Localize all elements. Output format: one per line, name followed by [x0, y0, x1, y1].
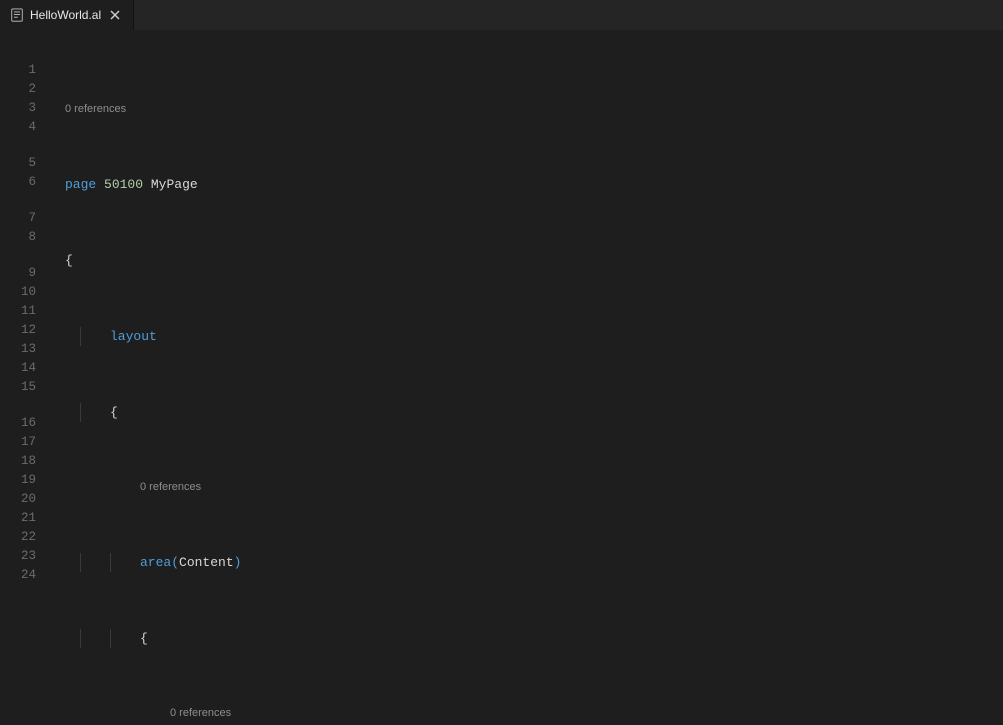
keyword: area [140, 553, 171, 572]
close-icon[interactable] [107, 7, 123, 23]
line-number: 8 [0, 228, 50, 247]
code-line[interactable]: { [50, 251, 1003, 270]
line-number: 11 [0, 302, 50, 321]
code-line[interactable]: { [50, 629, 1003, 648]
code-line[interactable]: { [50, 403, 1003, 422]
line-number: 4 [0, 118, 50, 137]
identifier: MyPage [151, 175, 198, 194]
line-number: 1 [0, 61, 50, 80]
paren: ) [234, 553, 242, 572]
keyword: layout [110, 327, 157, 346]
brace: { [110, 403, 118, 422]
line-number-gutter: 1 2 3 4 5 6 7 8 9 10 11 12 13 14 15 16 1… [0, 30, 50, 725]
line-number: 24 [0, 566, 50, 585]
file-icon [10, 8, 24, 22]
line-number: 6 [0, 173, 50, 192]
code-line[interactable]: page 50100 MyPage [50, 175, 1003, 194]
line-number: 10 [0, 283, 50, 302]
line-number: 7 [0, 209, 50, 228]
line-number: 2 [0, 80, 50, 99]
line-number: 17 [0, 433, 50, 452]
keyword: page [65, 175, 96, 194]
line-number: 3 [0, 99, 50, 118]
line-number: 9 [0, 264, 50, 283]
tab-bar: HelloWorld.al [0, 0, 1003, 30]
line-number: 13 [0, 340, 50, 359]
line-number: 16 [0, 414, 50, 433]
line-number: 20 [0, 490, 50, 509]
paren: ( [171, 553, 179, 572]
tab-helloworld[interactable]: HelloWorld.al [0, 0, 134, 30]
code-editor[interactable]: 1 2 3 4 5 6 7 8 9 10 11 12 13 14 15 16 1… [0, 30, 1003, 725]
codelens-references[interactable]: 0 references [50, 479, 1003, 496]
line-number: 12 [0, 321, 50, 340]
identifier: Content [179, 553, 234, 572]
line-number: 23 [0, 547, 50, 566]
line-number: 5 [0, 154, 50, 173]
line-number: 22 [0, 528, 50, 547]
line-number: 15 [0, 378, 50, 397]
brace: { [65, 251, 73, 270]
code-line[interactable]: area(Content) [50, 553, 1003, 572]
number: 50100 [104, 175, 143, 194]
line-number: 19 [0, 471, 50, 490]
code-body[interactable]: 0 references page 50100 MyPage { layout … [50, 30, 1003, 725]
codelens-references[interactable]: 0 references [50, 101, 1003, 118]
code-line[interactable]: layout [50, 327, 1003, 346]
line-number: 18 [0, 452, 50, 471]
line-number: 21 [0, 509, 50, 528]
brace: { [140, 629, 148, 648]
codelens-references[interactable]: 0 references [50, 705, 1003, 722]
tab-filename: HelloWorld.al [30, 8, 101, 22]
line-number: 14 [0, 359, 50, 378]
